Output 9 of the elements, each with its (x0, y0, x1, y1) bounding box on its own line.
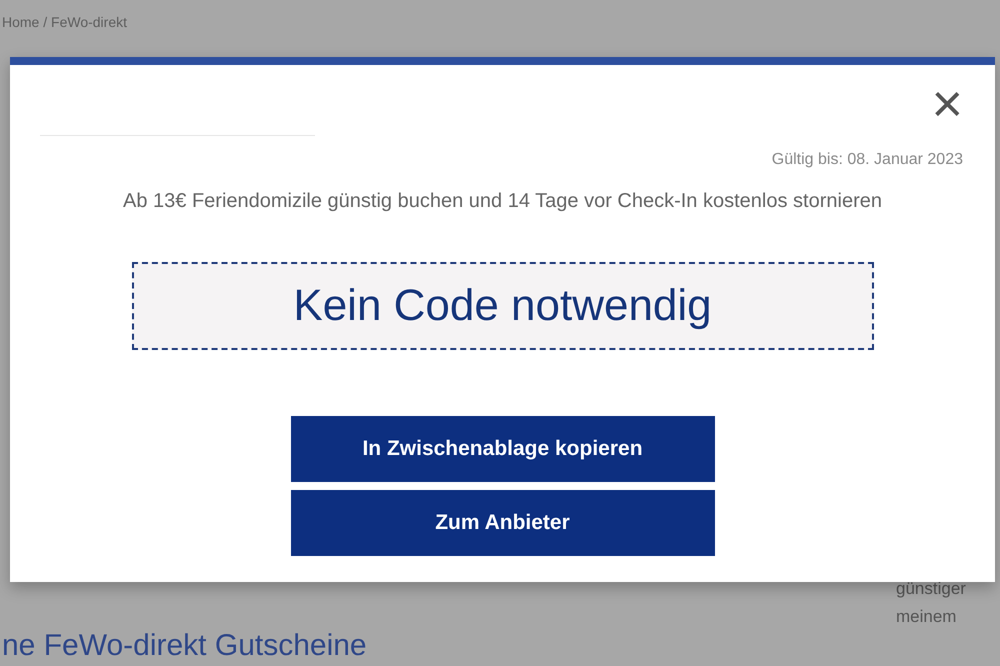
provider-button[interactable]: Zum Anbieter (290, 490, 714, 556)
offer-description: Ab 13€ Feriendomizile günstig buchen und 14 Tage vor Check-In kostenlos stornieren (122, 189, 883, 214)
coupon-code-box: Kein Code notwendig (132, 262, 874, 350)
close-button[interactable]: × (925, 79, 969, 129)
side-text: meinem (896, 606, 958, 628)
side-text: günstiger (896, 578, 966, 600)
section-heading: ne FeWo-direkt Gutscheine (2, 628, 367, 664)
copy-button[interactable]: In Zwischenablage kopieren (290, 416, 714, 482)
validity-date: Gültig bis: 08. Januar 2023 (770, 150, 963, 170)
